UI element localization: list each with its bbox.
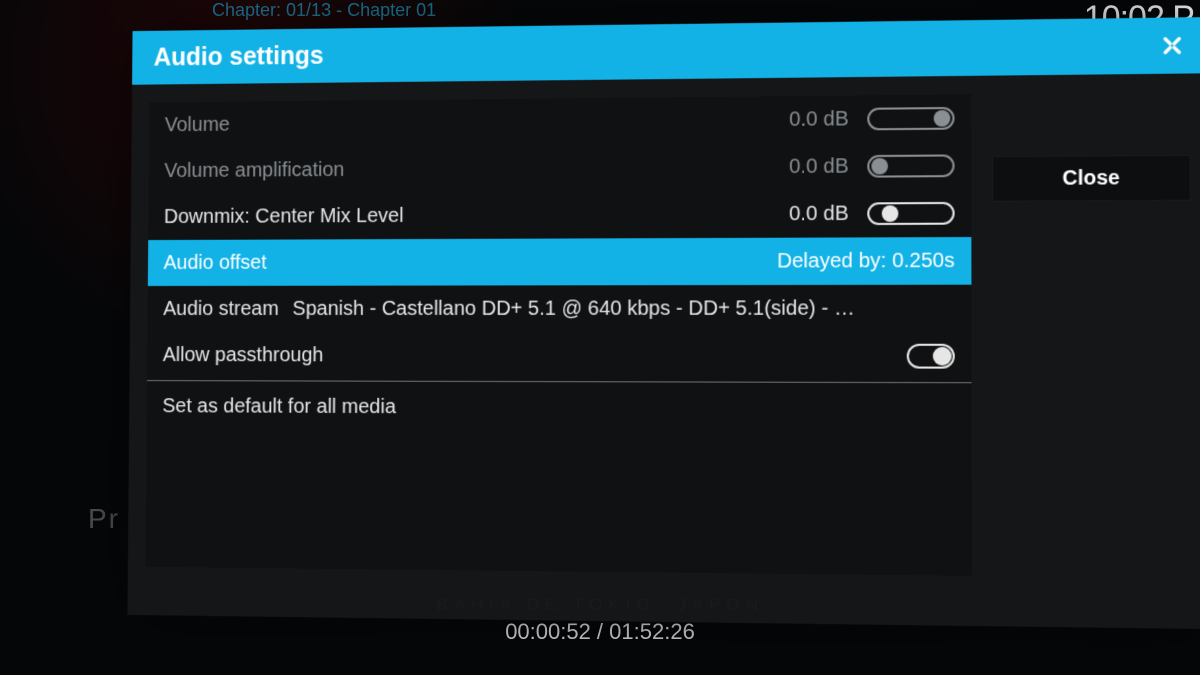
passthrough-toggle[interactable] bbox=[907, 344, 955, 369]
volume-value: 0.0 dB bbox=[789, 107, 849, 131]
row-volume-amplification[interactable]: Volume amplification 0.0 dB bbox=[149, 142, 972, 194]
audio-offset-label: Audio offset bbox=[164, 251, 267, 274]
chapter-indicator: Chapter: 01/13 - Chapter 01 bbox=[212, 0, 436, 21]
audio-stream-value: Spanish - Castellano DD+ 5.1 @ 640 kbps … bbox=[292, 297, 858, 321]
dialog-side-panel: Close bbox=[992, 92, 1192, 578]
audio-settings-dialog: Audio settings Volume 0.0 dB Volume ampl… bbox=[130, 30, 1190, 614]
row-audio-stream[interactable]: Audio stream Spanish - Castellano DD+ 5.… bbox=[147, 285, 971, 333]
row-volume[interactable]: Volume 0.0 dB bbox=[149, 94, 971, 148]
volume-label: Volume bbox=[165, 113, 230, 137]
kodi-logo-icon bbox=[1153, 27, 1192, 65]
volume-slider[interactable] bbox=[867, 107, 954, 130]
set-default-label: Set as default for all media bbox=[162, 395, 396, 419]
row-audio-offset[interactable]: Audio offset Delayed by: 0.250s bbox=[148, 237, 972, 286]
downmix-slider[interactable] bbox=[867, 202, 954, 225]
amplification-label: Volume amplification bbox=[164, 158, 344, 182]
amplification-value: 0.0 dB bbox=[789, 155, 849, 179]
passthrough-label: Allow passthrough bbox=[163, 344, 324, 367]
close-button[interactable]: Close bbox=[992, 155, 1191, 202]
background-text-left: Pr bbox=[88, 503, 120, 535]
row-downmix-center-level[interactable]: Downmix: Center Mix Level 0.0 dB bbox=[148, 189, 971, 240]
row-allow-passthrough[interactable]: Allow passthrough bbox=[147, 332, 972, 380]
audio-stream-label: Audio stream bbox=[163, 297, 279, 320]
downmix-value: 0.0 dB bbox=[789, 202, 849, 226]
amplification-slider[interactable] bbox=[867, 154, 954, 177]
settings-list: Volume 0.0 dB Volume amplification 0.0 d… bbox=[145, 94, 971, 575]
downmix-label: Downmix: Center Mix Level bbox=[164, 204, 404, 228]
audio-offset-value: Delayed by: 0.250s bbox=[777, 249, 955, 273]
dialog-title: Audio settings bbox=[154, 41, 324, 72]
row-set-default[interactable]: Set as default for all media bbox=[147, 383, 972, 433]
playback-time: 00:00:52 / 01:52:26 bbox=[505, 619, 695, 645]
